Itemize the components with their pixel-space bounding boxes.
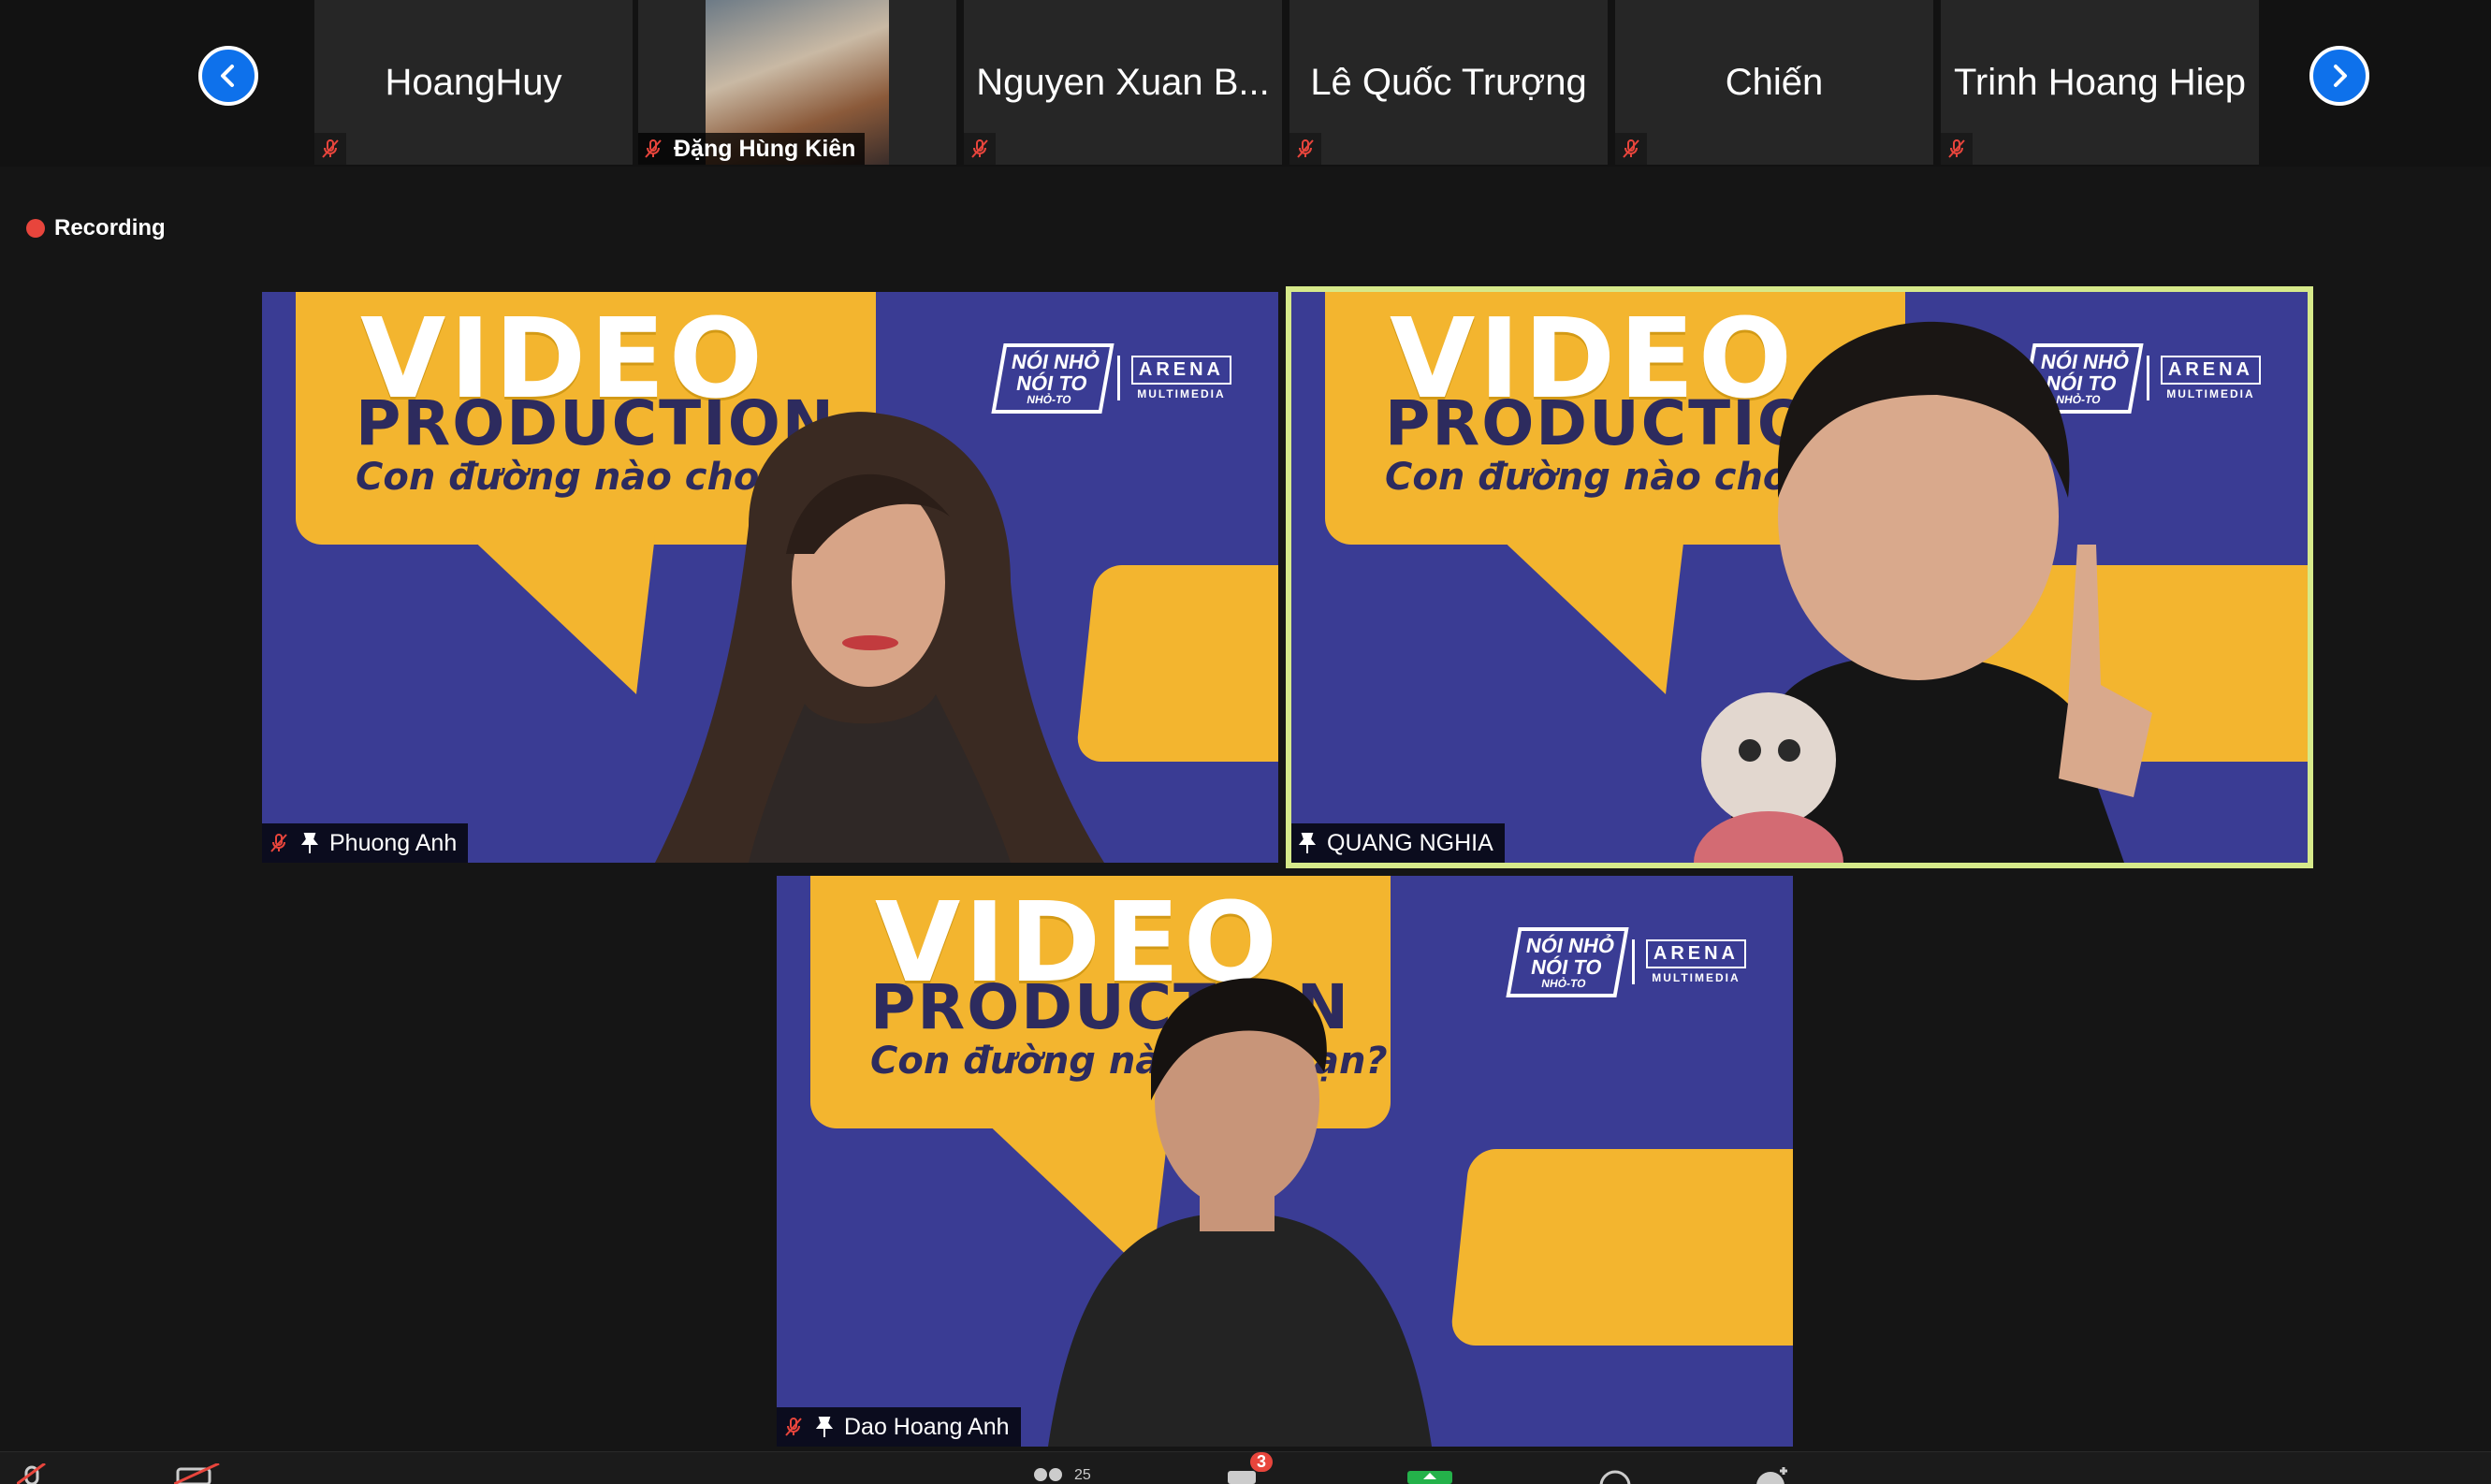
record-button[interactable] xyxy=(1596,1469,1634,1484)
participant-name: Nguyen Xuan B... xyxy=(976,61,1270,103)
mic-muted-icon xyxy=(785,1418,802,1436)
participant-video-person xyxy=(655,412,1104,863)
participant-name: Chiến xyxy=(1725,61,1824,103)
mic-muted-icon xyxy=(1941,133,1973,165)
participant-video-person xyxy=(1694,321,2152,863)
mute-button[interactable] xyxy=(17,1463,54,1484)
mic-muted-icon xyxy=(645,139,662,158)
mic-muted-icon xyxy=(314,133,346,165)
chevron-left-icon xyxy=(221,65,234,87)
participant-strip: HoangHuy Đặng Hùng Kiên Nguyen Xuan B...… xyxy=(0,0,2491,167)
noi-nho-noi-to-logo: NÓI NHỎ NÓI TO NHỎ-TO xyxy=(1506,927,1629,997)
previous-page-button[interactable] xyxy=(198,46,258,106)
mic-muted-icon xyxy=(1289,133,1321,165)
tile-name-label: QUANG NGHIA xyxy=(1291,823,1505,863)
participant-video-person xyxy=(1048,978,1432,1447)
share-screen-button[interactable] xyxy=(1407,1469,1452,1484)
pin-icon xyxy=(815,1417,834,1437)
mic-muted-icon xyxy=(270,834,287,852)
participant-label: Đặng Hùng Kiên xyxy=(638,133,866,165)
chevron-right-icon xyxy=(2334,65,2347,87)
speech-bubble-shape xyxy=(1449,1149,1793,1346)
participants-count: 25 xyxy=(1074,1467,1091,1483)
mic-muted-icon xyxy=(1615,133,1647,165)
participant-thumb[interactable]: Đặng Hùng Kiên xyxy=(638,0,956,165)
chat-button[interactable]: 3 xyxy=(1226,1452,1274,1484)
participant-name: Dao Hoang Anh xyxy=(844,1413,1010,1440)
chat-icon xyxy=(1228,1471,1256,1484)
mic-muted-icon xyxy=(964,133,996,165)
participants-button[interactable]: 25 xyxy=(1029,1463,1091,1484)
participant-name: Đặng Hùng Kiên xyxy=(674,135,856,162)
stop-video-button[interactable] xyxy=(174,1463,225,1484)
participant-name: Trinh Hoang Hiep xyxy=(1953,61,2246,103)
participant-name: Lê Quốc Trượng xyxy=(1310,61,1587,103)
participant-name: QUANG NGHIA xyxy=(1327,829,1493,856)
participant-name: Phuong Anh xyxy=(329,829,458,856)
chat-badge: 3 xyxy=(1250,1452,1274,1472)
participant-name: HoangHuy xyxy=(385,61,562,103)
participant-thumb[interactable]: Trinh Hoang Hiep xyxy=(1941,0,2259,165)
meeting-toolbar: 25 3 xyxy=(0,1451,2491,1484)
pin-icon xyxy=(300,833,319,853)
brand-logos: NÓI NHỎ NÓI TO NHỎ-TO ARENA MULTIMEDIA xyxy=(1506,927,1746,997)
next-page-button[interactable] xyxy=(2309,46,2369,106)
recording-indicator[interactable]: Recording xyxy=(26,215,166,241)
pin-icon xyxy=(1298,833,1317,853)
tile-name-label: Dao Hoang Anh xyxy=(777,1407,1021,1447)
participant-thumb[interactable]: HoangHuy xyxy=(314,0,633,165)
arena-logo: ARENA MULTIMEDIA xyxy=(1631,939,1746,985)
participant-thumb[interactable]: Chiến xyxy=(1615,0,1933,165)
video-tile[interactable]: VIDEO PRODUCTION Con đường nào cho bạn? … xyxy=(262,292,1278,863)
participants-icon xyxy=(1034,1468,1062,1481)
participant-thumb[interactable]: Nguyen Xuan B... xyxy=(964,0,1282,165)
reactions-button[interactable] xyxy=(1755,1463,1793,1484)
tile-name-label: Phuong Anh xyxy=(262,823,469,863)
video-tile-active-speaker[interactable]: VIDEO PRODUCTION Con đường nào cho bạn? … xyxy=(1286,286,2313,868)
participant-thumb[interactable]: Lê Quốc Trượng xyxy=(1289,0,1608,165)
video-tile[interactable]: VIDEO PRODUCTION Con đường nào cho bạn? … xyxy=(777,876,1793,1447)
recording-label: Recording xyxy=(54,215,166,240)
recording-dot-icon xyxy=(26,219,45,238)
